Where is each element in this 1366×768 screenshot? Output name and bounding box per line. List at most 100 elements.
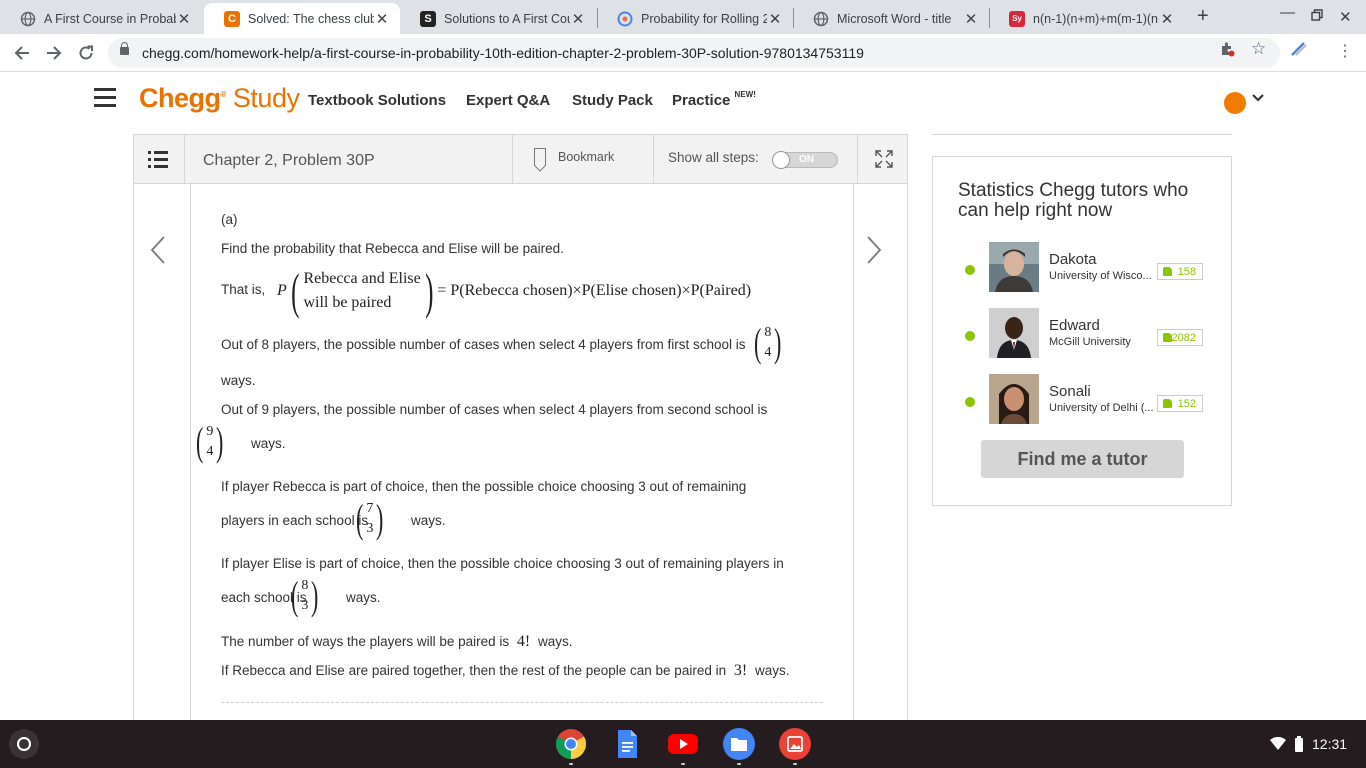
next-step-icon[interactable]	[866, 232, 882, 274]
tab-close-icon[interactable]: ✕	[1159, 10, 1175, 28]
part-label: (a)	[221, 212, 238, 227]
symbolab-icon: Sy	[1009, 10, 1025, 27]
problem-title: Chapter 2, Problem 30P	[203, 152, 375, 169]
step5-tail: ways.	[538, 634, 573, 649]
logo-brand: Chegg	[139, 83, 221, 113]
formula-p: P	[277, 282, 287, 299]
tab-title: A First Course in Probab	[44, 11, 176, 26]
tutor-school: University of Delhi (...	[1049, 402, 1154, 414]
nav-practice[interactable]: Practice NEW!	[672, 90, 756, 109]
address-bar[interactable]: chegg.com/homework-help/a-first-course-i…	[108, 38, 1280, 68]
previous-step-icon[interactable]	[150, 232, 166, 274]
chegg-study-logo[interactable]: Chegg® Study	[139, 83, 300, 114]
tutor-avatar	[989, 308, 1039, 358]
tutor-item-dakota[interactable]: Dakota University of Wisco... 158	[933, 242, 1233, 294]
restore-icon[interactable]	[1311, 8, 1323, 25]
tutor-name: Sonali	[1049, 383, 1091, 400]
online-indicator	[965, 397, 975, 407]
toggle-label: ON	[799, 154, 814, 165]
new-tab-button[interactable]: +	[1197, 5, 1209, 28]
slader-icon: S	[420, 10, 436, 27]
user-avatar[interactable]	[1224, 92, 1246, 114]
tutor-avatar	[989, 374, 1039, 424]
globe-icon	[20, 11, 36, 27]
binomial-8-4: ( 84 )	[753, 320, 782, 365]
launcher-icon[interactable]	[9, 729, 39, 759]
that-is-label: That is,	[221, 282, 266, 297]
show-all-steps-label: Show all steps:	[668, 150, 759, 165]
tab-slader[interactable]: S Solutions to A First Cour ✕	[400, 3, 596, 34]
nav-study-pack[interactable]: Study Pack	[572, 92, 653, 109]
problem-toolbar: Chapter 2, Problem 30P Bookmark Show all…	[134, 134, 907, 184]
step3-line1: If player Rebecca is part of choice, the…	[221, 479, 747, 494]
step1-tail: ways.	[221, 373, 256, 388]
nav-textbook-solutions[interactable]: Textbook Solutions	[308, 92, 446, 109]
tab-close-icon[interactable]: ✕	[963, 10, 979, 28]
lock-icon	[120, 42, 129, 55]
step5-value: 4!	[516, 633, 531, 650]
close-window-icon[interactable]: ✕	[1339, 8, 1352, 26]
tutor-item-edward[interactable]: Edward McGill University 2082	[933, 308, 1233, 360]
url-text: chegg.com/homework-help/a-first-course-i…	[142, 45, 864, 61]
binomial-9-4: ( 94 )	[195, 419, 224, 464]
tutor-rating: 2082	[1157, 329, 1203, 346]
tab-title: Solved: The chess clubs	[248, 11, 374, 26]
site-icon	[617, 11, 633, 27]
table-of-contents-icon[interactable]	[134, 135, 185, 184]
online-indicator	[965, 331, 975, 341]
binom-bottom: 4	[764, 345, 772, 360]
step3-tail: ways.	[411, 513, 446, 528]
probability-formula: P ( Rebecca and Elise will be paired ) =…	[277, 263, 752, 319]
chrome-icon[interactable]	[555, 728, 587, 760]
clock-time: 12:31	[1312, 736, 1348, 752]
extension-icon[interactable]	[1290, 41, 1308, 61]
star-icon[interactable]: ☆	[1251, 39, 1266, 59]
step2-text: Out of 9 players, the possible number of…	[221, 402, 768, 417]
back-arrow-icon[interactable]	[9, 40, 35, 66]
step6-text: If Rebecca and Elise are paired together…	[221, 663, 727, 678]
tutor-item-sonali[interactable]: Sonali University of Delhi (... 152	[933, 374, 1233, 426]
wifi-icon	[1270, 736, 1286, 756]
find-me-a-tutor-button[interactable]: Find me a tutor	[981, 440, 1184, 478]
tab-close-icon[interactable]: ✕	[374, 10, 390, 28]
chegg-header: Chegg® Study Textbook Solutions Expert Q…	[0, 72, 1366, 130]
fullscreen-button[interactable]	[857, 135, 907, 184]
step6-value: 3!	[733, 662, 748, 679]
os-shelf: 12:31	[0, 720, 1366, 768]
gallery-icon[interactable]	[779, 728, 811, 760]
chevron-down-icon[interactable]	[1252, 90, 1264, 108]
tab-first-course[interactable]: A First Course in Probab ✕	[0, 3, 202, 34]
forward-arrow-icon[interactable]	[41, 40, 67, 66]
docs-icon[interactable]	[611, 728, 643, 760]
step4-line1: If player Elise is part of choice, then …	[221, 556, 784, 571]
solution-intro: Find the probability that Rebecca and El…	[221, 241, 564, 256]
browser-tab-strip: A First Course in Probab ✕ C Solved: The…	[0, 0, 1366, 34]
tab-close-icon[interactable]: ✕	[767, 10, 783, 28]
tab-close-icon[interactable]: ✕	[176, 10, 192, 28]
minimize-icon[interactable]: —	[1280, 4, 1295, 21]
tab-word-title[interactable]: Microsoft Word - title ✕	[793, 3, 989, 34]
formula-bottom: will be paired	[303, 294, 392, 311]
bookmark-button[interactable]: Bookmark	[512, 135, 654, 184]
nav-expert-qa[interactable]: Expert Q&A	[466, 92, 550, 109]
binom-bottom: 3	[366, 521, 374, 536]
hamburger-menu-icon[interactable]	[94, 88, 116, 107]
tab-title: Solutions to A First Cour	[444, 11, 570, 26]
youtube-icon[interactable]	[667, 728, 699, 760]
tutor-rating: 158	[1157, 263, 1203, 280]
menu-kebab-icon[interactable]: ⋮	[1337, 41, 1353, 61]
expand-icon	[875, 150, 893, 168]
tab-chegg-solved[interactable]: C Solved: The chess clubs ✕	[204, 3, 400, 34]
tab-title: Microsoft Word - title	[837, 11, 952, 26]
extension-blocked-icon[interactable]	[1219, 41, 1235, 61]
reload-icon[interactable]	[73, 40, 99, 66]
step6-line: If Rebecca and Elise are paired together…	[221, 662, 789, 680]
tab-probability-rolling[interactable]: Probability for Rolling 2 ✕	[597, 3, 793, 34]
tab-close-icon[interactable]: ✕	[570, 10, 586, 28]
binomial-7-3: ( 73 )	[355, 496, 384, 541]
new-badge: NEW!	[734, 90, 756, 99]
show-all-steps-toggle[interactable]: ON	[772, 151, 838, 169]
bookmark-icon	[534, 148, 546, 166]
files-icon[interactable]	[723, 728, 755, 760]
tab-symbolab[interactable]: Sy n(n-1)(n+m)+m(m-1)(n+ ✕	[989, 3, 1185, 34]
